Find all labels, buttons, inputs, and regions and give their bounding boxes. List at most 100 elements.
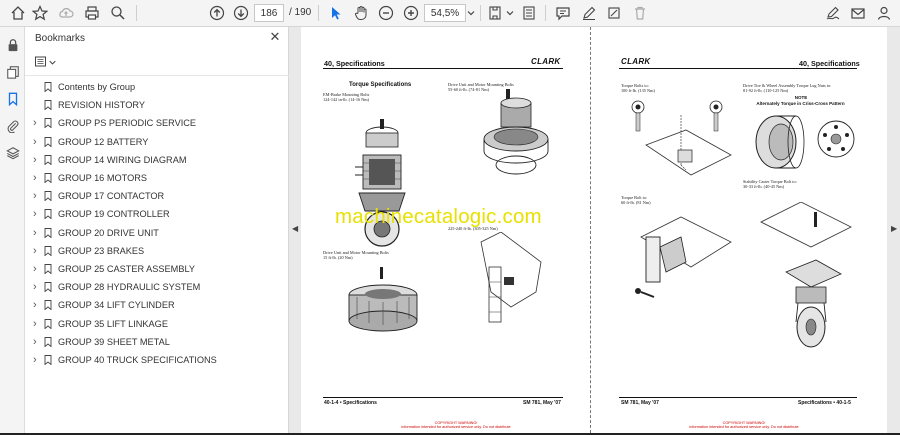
bookmark-flag-icon bbox=[44, 173, 52, 184]
bookmark-item[interactable]: › GROUP 16 MOTORS bbox=[25, 169, 289, 187]
user-profile-icon[interactable] bbox=[874, 3, 894, 23]
star-bookmark-icon[interactable] bbox=[30, 3, 50, 23]
chevron-down-icon bbox=[49, 60, 56, 65]
main-toolbar: 186 / 190 54,5% bbox=[0, 0, 900, 27]
select-cursor-icon[interactable] bbox=[326, 3, 346, 23]
bookmark-item[interactable]: › GROUP 39 SHEET METAL bbox=[25, 333, 289, 351]
close-icon[interactable]: ✕ bbox=[268, 30, 282, 44]
bookmark-item[interactable]: › GROUP PS PERIODIC SERVICE bbox=[25, 114, 289, 132]
bookmark-label: Contents by Group bbox=[58, 82, 136, 93]
scroll-mode-icon[interactable] bbox=[519, 3, 539, 23]
frame-drawing bbox=[480, 232, 542, 323]
zoom-search-icon[interactable] bbox=[108, 3, 128, 23]
next-page-icon[interactable] bbox=[231, 3, 251, 23]
bookmark-flag-icon bbox=[44, 118, 52, 129]
trash-icon[interactable] bbox=[630, 3, 650, 23]
clark-logo: CLARK bbox=[531, 57, 561, 66]
bookmark-label: GROUP 16 MOTORS bbox=[58, 173, 148, 184]
expand-chevron-icon[interactable]: › bbox=[33, 227, 41, 238]
expand-chevron-icon[interactable]: › bbox=[33, 263, 41, 274]
page-number-input[interactable]: 186 bbox=[254, 4, 284, 22]
expand-chevron-icon[interactable]: › bbox=[33, 245, 41, 256]
bookmark-label: GROUP 28 HYDRAULIC SYSTEM bbox=[58, 282, 201, 293]
note-title: NOTE bbox=[794, 95, 808, 100]
zoom-in-icon[interactable] bbox=[401, 3, 421, 23]
motor-mount-drawing bbox=[348, 267, 418, 332]
panel-title: Bookmarks bbox=[35, 33, 86, 44]
bookmark-item[interactable]: › GROUP 35 LIFT LINKAGE bbox=[25, 314, 289, 332]
home-icon[interactable] bbox=[8, 3, 28, 23]
bookmark-flag-icon bbox=[44, 191, 52, 202]
hand-pan-icon[interactable] bbox=[351, 3, 371, 23]
cloud-upload-icon[interactable] bbox=[56, 3, 76, 23]
collapse-left-icon[interactable]: ◀ bbox=[292, 224, 298, 233]
bookmark-item[interactable]: › GROUP 12 BATTERY bbox=[25, 133, 289, 151]
watermark-text: machinecatalogic.com bbox=[335, 205, 542, 228]
bookmark-label: REVISION HISTORY bbox=[58, 100, 145, 111]
bookmark-item[interactable]: › GROUP 14 WIRING DIAGRAM bbox=[25, 151, 289, 169]
expand-chevron-icon[interactable]: › bbox=[33, 191, 41, 202]
expand-chevron-icon[interactable]: › bbox=[33, 136, 41, 147]
bookmark-item[interactable]: › GROUP 19 CONTROLLER bbox=[25, 205, 289, 223]
expand-chevron-icon[interactable]: › bbox=[33, 173, 41, 184]
drive-unit-drawing bbox=[483, 89, 549, 175]
caption-torque-100: Torque Bolts to: 100 ft-lb. (135 Nm) bbox=[621, 83, 655, 93]
bookmark-item[interactable]: › GROUP 40 TRUCK SPECIFICATIONS bbox=[25, 351, 289, 369]
expand-chevron-icon[interactable]: › bbox=[33, 118, 41, 129]
bookmark-label: GROUP PS PERIODIC SERVICE bbox=[58, 118, 197, 129]
bookmark-label: GROUP 39 SHEET METAL bbox=[58, 336, 170, 347]
comment-icon[interactable] bbox=[553, 3, 573, 23]
zoom-out-icon[interactable] bbox=[376, 3, 396, 23]
bookmark-item[interactable]: › GROUP 34 LIFT CYLINDER bbox=[25, 296, 289, 314]
bookmark-flag-icon bbox=[44, 154, 52, 165]
expand-chevron-icon[interactable]: › bbox=[33, 354, 41, 365]
clark-logo: CLARK bbox=[621, 57, 651, 66]
bookmark-label: GROUP 20 DRIVE UNIT bbox=[58, 227, 159, 238]
page-thumbnails-icon[interactable] bbox=[4, 63, 21, 80]
bookmark-item[interactable]: Contents by Group bbox=[25, 78, 289, 96]
chevron-down-icon[interactable] bbox=[466, 3, 476, 23]
expand-chevron-icon[interactable]: › bbox=[33, 336, 41, 347]
left-page-footer-left: 40-1-4 • Specifications bbox=[324, 400, 377, 406]
expand-chevron-icon[interactable]: › bbox=[33, 300, 41, 311]
bookmark-item[interactable]: › GROUP 17 CONTACTOR bbox=[25, 187, 289, 205]
email-icon[interactable] bbox=[848, 3, 868, 23]
bookmarks-panel: Bookmarks ✕ Contents by Group REVISION HI… bbox=[25, 27, 289, 433]
bookmark-item[interactable]: › GROUP 20 DRIVE UNIT bbox=[25, 224, 289, 242]
bookmark-options-button[interactable] bbox=[35, 54, 59, 70]
bookmark-item[interactable]: › GROUP 25 CASTER ASSEMBLY bbox=[25, 260, 289, 278]
expand-right-icon[interactable]: ▶ bbox=[891, 224, 897, 233]
expand-chevron-icon[interactable]: › bbox=[33, 318, 41, 329]
eraser-icon[interactable] bbox=[604, 3, 624, 23]
chevron-down-icon[interactable] bbox=[505, 3, 515, 23]
bookmark-flag-icon bbox=[44, 336, 52, 347]
right-pane-splitter[interactable]: ▶ bbox=[887, 27, 900, 433]
expand-chevron-icon[interactable]: › bbox=[33, 154, 41, 165]
attachment-icon[interactable] bbox=[4, 117, 21, 134]
bookmark-item[interactable]: › GROUP 23 BRAKES bbox=[25, 242, 289, 260]
bookmark-item[interactable]: › GROUP 28 HYDRAULIC SYSTEM bbox=[25, 278, 289, 296]
zoom-level-select[interactable]: 54,5% bbox=[424, 4, 466, 22]
print-icon[interactable] bbox=[82, 3, 102, 23]
previous-page-icon[interactable] bbox=[207, 3, 227, 23]
bookmark-flag-icon bbox=[44, 245, 52, 256]
lock-icon[interactable] bbox=[4, 36, 21, 53]
bookmark-label: GROUP 40 TRUCK SPECIFICATIONS bbox=[58, 354, 217, 365]
bookmark-flag-icon bbox=[44, 136, 52, 147]
bookmark-flag-icon bbox=[44, 82, 52, 93]
bookmark-item[interactable]: REVISION HISTORY bbox=[25, 96, 289, 114]
pen-highlight-icon[interactable] bbox=[579, 3, 599, 23]
left-pane-splitter[interactable]: ◀ bbox=[289, 27, 301, 433]
layers-icon[interactable] bbox=[4, 144, 21, 161]
fit-page-icon[interactable] bbox=[485, 3, 505, 23]
document-view: 40, Specifications CLARK Torque Specific… bbox=[301, 27, 887, 433]
bookmark-label: GROUP 17 CONTACTOR bbox=[58, 191, 165, 202]
bookmarks-panel-icon[interactable] bbox=[4, 90, 21, 107]
expand-chevron-icon[interactable]: › bbox=[33, 282, 41, 293]
left-page-header: 40, Specifications bbox=[324, 59, 385, 68]
bookmark-flag-icon bbox=[44, 300, 52, 311]
stability-caster-drawing bbox=[760, 202, 852, 348]
drive-wheel-drawing bbox=[755, 115, 855, 169]
sign-pen-icon[interactable] bbox=[823, 3, 843, 23]
expand-chevron-icon[interactable]: › bbox=[33, 209, 41, 220]
